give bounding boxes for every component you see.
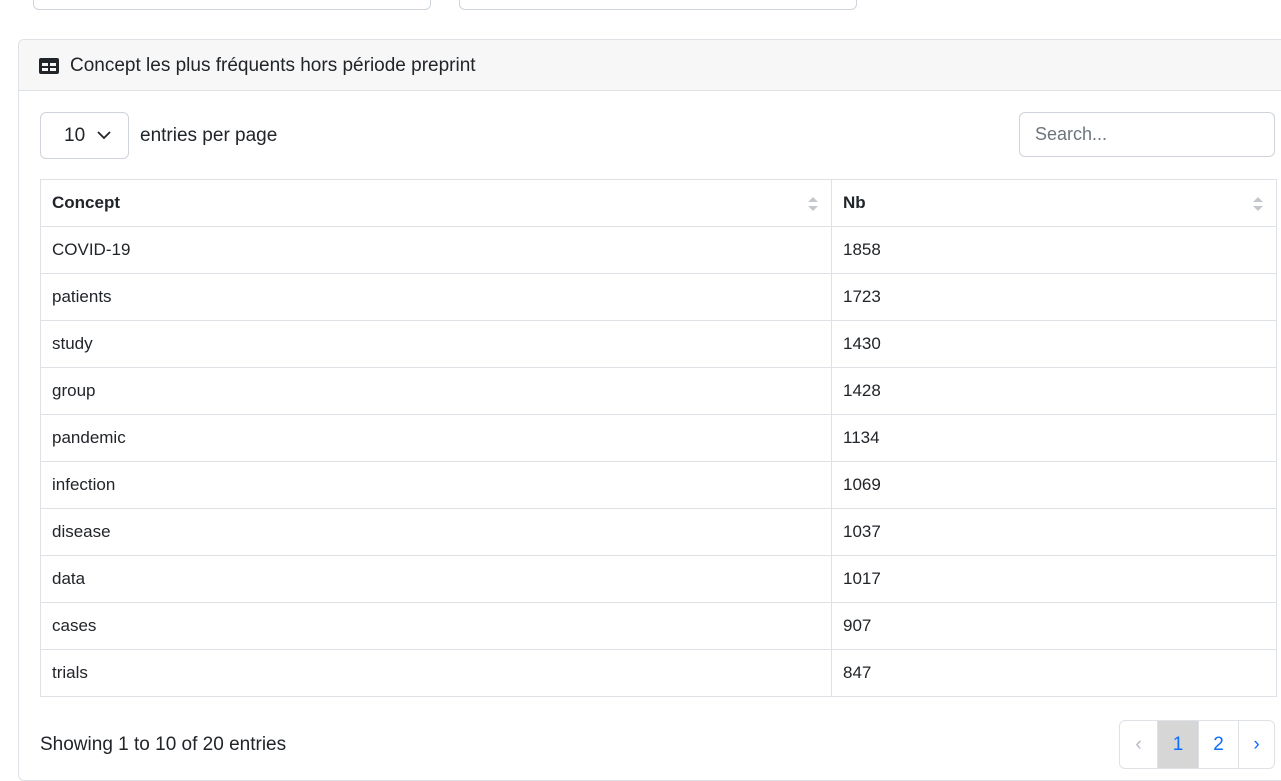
column-header-label: Nb (843, 193, 866, 212)
page-2-button[interactable]: 2 (1198, 721, 1238, 768)
count-cell: 847 (831, 649, 1277, 697)
card-header: Concept les plus fréquents hors période … (19, 40, 1281, 91)
table-row: cases 907 (40, 602, 1277, 650)
concept-cell: group (40, 367, 832, 415)
table-row: COVID-19 1858 (40, 226, 1277, 274)
concept-cell: data (40, 555, 832, 603)
column-header-label: Concept (52, 193, 120, 212)
pagination: ‹ 1 2 › (1119, 720, 1275, 769)
table-row: disease 1037 (40, 508, 1277, 556)
table-header-row: Concept Nb (40, 179, 1277, 227)
concept-cell: trials (40, 649, 832, 697)
top-right-input[interactable] (459, 0, 857, 10)
count-cell: 1723 (831, 273, 1277, 321)
table-row: trials 847 (40, 649, 1277, 697)
page-1-button[interactable]: 1 (1157, 721, 1198, 768)
concept-cell: patients (40, 273, 832, 321)
count-cell: 1858 (831, 226, 1277, 274)
table-row: infection 1069 (40, 461, 1277, 509)
count-cell: 1428 (831, 367, 1277, 415)
concept-cell: infection (40, 461, 832, 509)
search-input[interactable] (1019, 112, 1275, 157)
sort-icon (808, 197, 818, 211)
table-row: patients 1723 (40, 273, 1277, 321)
table-icon (39, 58, 59, 74)
table-row: study 1430 (40, 320, 1277, 368)
sort-icon (1253, 197, 1263, 211)
concept-cell: pandemic (40, 414, 832, 462)
count-cell: 1017 (831, 555, 1277, 603)
count-cell: 907 (831, 602, 1277, 650)
entries-per-page-label: entries per page (140, 125, 278, 146)
column-header-concept[interactable]: Concept (40, 179, 832, 227)
table-row: group 1428 (40, 367, 1277, 415)
table-info: Showing 1 to 10 of 20 entries (40, 734, 287, 755)
previous-page-button[interactable]: ‹ (1120, 721, 1157, 768)
next-page-button[interactable]: › (1238, 721, 1274, 768)
chevron-down-icon (97, 131, 111, 140)
table-row: data 1017 (40, 555, 1277, 603)
concept-cell: study (40, 320, 832, 368)
table-row: pandemic 1134 (40, 414, 1277, 462)
concept-cell: COVID-19 (40, 226, 832, 274)
concept-table-card: Concept les plus fréquents hors période … (18, 39, 1281, 781)
card-title: Concept les plus fréquents hors période … (70, 55, 476, 76)
count-cell: 1037 (831, 508, 1277, 556)
column-header-nb[interactable]: Nb (831, 179, 1277, 227)
count-cell: 1134 (831, 414, 1277, 462)
entries-per-page-select[interactable]: 10 (40, 112, 129, 159)
concept-cell: cases (40, 602, 832, 650)
entries-per-page-value: 10 (64, 125, 86, 146)
count-cell: 1430 (831, 320, 1277, 368)
concept-table: Concept Nb COVID-19 1858 patients 1723 s… (40, 179, 1277, 697)
top-left-input[interactable] (33, 0, 431, 10)
count-cell: 1069 (831, 461, 1277, 509)
concept-cell: disease (40, 508, 832, 556)
